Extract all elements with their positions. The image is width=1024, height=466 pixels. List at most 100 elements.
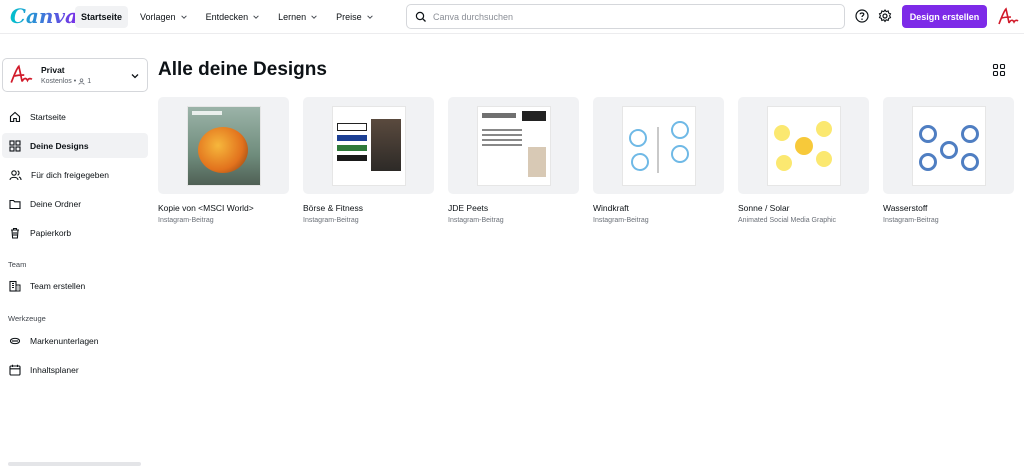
thumbnail-image [766, 105, 841, 186]
section-heading-tools: Werkzeuge [8, 314, 46, 323]
settings-button[interactable] [877, 8, 893, 24]
design-card[interactable]: Windkraft Instagram-Beitrag [593, 97, 724, 224]
search-input[interactable] [433, 11, 813, 22]
sidebar-item-deine-designs[interactable]: Deine Designs [2, 133, 148, 158]
sidebar-item-label: Inhaltsplaner [30, 364, 79, 375]
design-thumbnail[interactable] [593, 97, 724, 194]
design-thumbnail[interactable] [303, 97, 434, 194]
account-plan: Kostenlos [41, 78, 72, 85]
sidebar-item-startseite[interactable]: Startseite [2, 104, 148, 129]
help-icon [855, 9, 869, 23]
thumbnail-image [911, 105, 986, 186]
chevron-down-icon [180, 15, 187, 19]
calendar-icon [9, 364, 21, 376]
sidebar-item-label: Für dich freigegeben [31, 169, 109, 180]
sidebar-item-label: Startseite [30, 111, 66, 122]
folder-icon [9, 199, 21, 209]
design-type: Instagram-Beitrag [448, 217, 504, 224]
main-nav: Startseite Vorlagen Entdecken Lernen Pre… [75, 6, 380, 28]
top-bar: Canva Startseite Vorlagen Entdecken Lern… [0, 0, 1024, 34]
gear-icon [878, 9, 892, 23]
chevron-down-icon [366, 15, 373, 19]
avatar[interactable] [996, 5, 1020, 29]
sidebar-item-label: Team erstellen [30, 280, 86, 291]
user-icon [78, 78, 85, 85]
design-title: Wasserstoff [883, 203, 928, 213]
design-thumbnail[interactable] [883, 97, 1014, 194]
canva-logo[interactable]: Canva [10, 4, 78, 28]
chevron-down-icon [253, 15, 259, 19]
account-plan-row: Kostenlos • 1 [41, 78, 91, 85]
team-nav: Team erstellen [2, 273, 148, 302]
design-thumbnail[interactable] [158, 97, 289, 194]
nav-label: Vorlagen [140, 12, 176, 22]
designs-grid: Kopie von <MSCI World> Instagram-Beitrag… [158, 97, 1014, 224]
design-type: Instagram-Beitrag [158, 217, 214, 224]
nav-lernen[interactable]: Lernen [272, 6, 324, 28]
separator-dot: • [73, 78, 77, 85]
thumbnail-image [331, 105, 406, 186]
account-switcher[interactable]: Privat Kostenlos • 1 [2, 58, 148, 92]
sidebar-item-folders[interactable]: Deine Ordner [2, 191, 148, 216]
help-button[interactable] [854, 8, 870, 24]
sidebar-item-shared[interactable]: Für dich freigegeben [2, 162, 148, 187]
design-title: Sonne / Solar [738, 203, 790, 213]
sidebar-item-label: Markenunterlagen [30, 335, 99, 346]
chevron-down-icon [131, 74, 139, 79]
shared-users-icon [9, 169, 22, 180]
design-title: Börse & Fitness [303, 203, 363, 213]
building-icon [9, 280, 21, 292]
nav-vorlagen[interactable]: Vorlagen [134, 6, 194, 28]
design-type: Animated Social Media Graphic [738, 217, 837, 224]
design-card[interactable]: Sonne / Solar Animated Social Media Grap… [738, 97, 869, 224]
designs-grid-icon [9, 139, 21, 152]
chevron-down-icon [311, 15, 317, 19]
thumbnail-image [621, 105, 696, 186]
design-type: Instagram-Beitrag [593, 217, 649, 224]
design-thumbnail[interactable] [448, 97, 579, 194]
search-bar[interactable] [406, 4, 845, 29]
sidebar-item-label: Deine Ordner [30, 198, 82, 209]
account-members: 1 [87, 78, 92, 85]
brand-kit-icon [9, 337, 21, 344]
section-heading-team: Team [8, 260, 27, 269]
sidebar-item-label: Deine Designs [30, 140, 89, 151]
design-title: JDE Peets [448, 203, 489, 213]
nav-label: Preise [336, 12, 362, 22]
design-title: Kopie von <MSCI World> [158, 203, 254, 213]
search-icon [415, 11, 426, 22]
nav-label: Entdecken [205, 12, 249, 22]
account-name: Privat [41, 65, 65, 75]
create-design-button[interactable]: Design erstellen [902, 5, 987, 28]
design-type: Instagram-Beitrag [303, 217, 359, 224]
sidebar-item-content-planner[interactable]: Inhaltsplaner [2, 357, 148, 382]
trash-icon [11, 227, 19, 239]
home-icon [9, 111, 21, 122]
tools-nav: Markenunterlagen Inhaltsplaner [2, 328, 148, 386]
sidebar-item-trash[interactable]: Papierkorb [2, 220, 148, 245]
design-card[interactable]: Wasserstoff Instagram-Beitrag [883, 97, 1014, 224]
nav-preise[interactable]: Preise [330, 6, 380, 28]
design-type: Instagram-Beitrag [883, 217, 939, 224]
sidebar-scrollbar[interactable] [8, 462, 141, 466]
sidebar-item-create-team[interactable]: Team erstellen [2, 273, 148, 298]
nav-startseite[interactable]: Startseite [75, 6, 129, 28]
nav-entdecken[interactable]: Entdecken [200, 6, 267, 28]
design-card[interactable]: JDE Peets Instagram-Beitrag [448, 97, 579, 224]
signature-avatar-icon [10, 64, 33, 83]
nav-label: Lernen [278, 12, 307, 22]
design-card[interactable]: Börse & Fitness Instagram-Beitrag [303, 97, 434, 224]
thumbnail-image [186, 105, 261, 186]
signature-avatar-icon [998, 7, 1019, 25]
grid-view-icon[interactable] [992, 63, 1006, 77]
thumbnail-image [476, 105, 551, 186]
nav-label: Startseite [81, 12, 123, 22]
design-thumbnail[interactable] [738, 97, 869, 194]
page-title: Alle deine Designs [158, 59, 327, 80]
account-avatar [8, 62, 34, 88]
design-title: Windkraft [593, 203, 629, 213]
design-card[interactable]: Kopie von <MSCI World> Instagram-Beitrag [158, 97, 289, 224]
sidebar-item-brand-kit[interactable]: Markenunterlagen [2, 328, 148, 353]
sidebar-nav: Startseite Deine Designs Für dich freige… [2, 104, 148, 249]
sidebar-item-label: Papierkorb [30, 227, 72, 238]
